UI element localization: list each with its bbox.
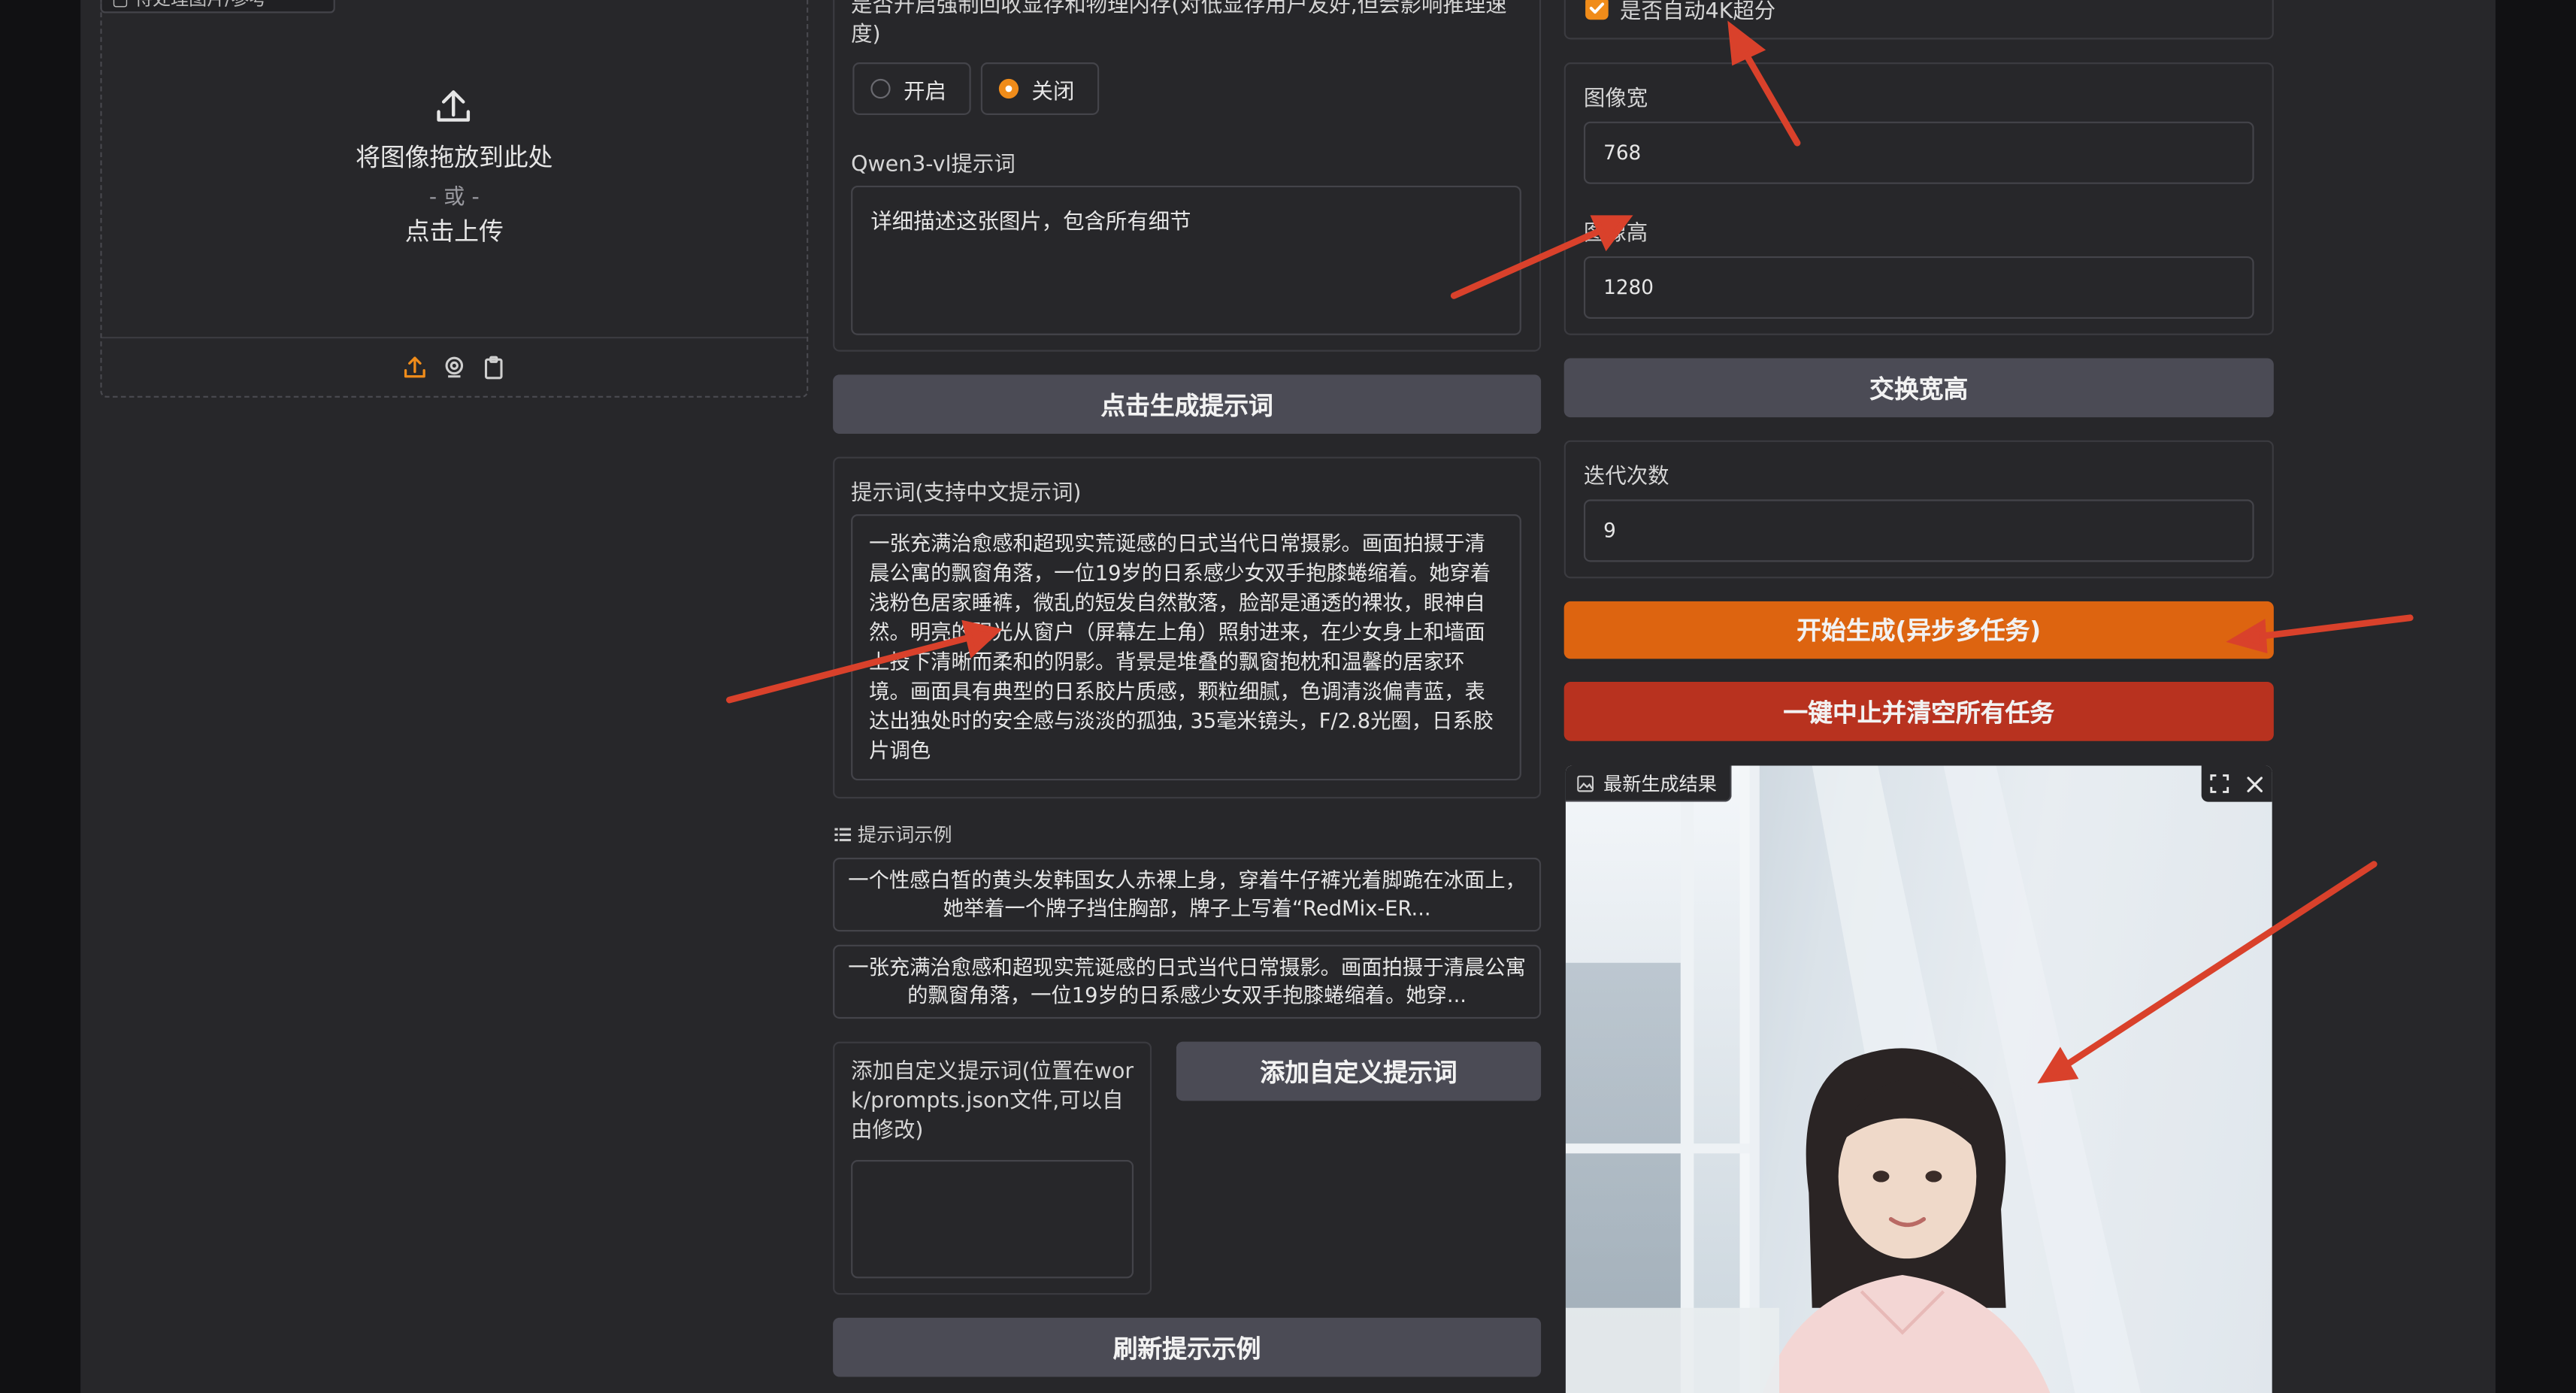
memory-option-off-label: 关闭: [1031, 80, 1075, 104]
custom-prompt-label: 添加自定义提示词(位置在work/prompts.json文件,可以自由修改): [851, 1059, 1134, 1144]
result-label: 最新生成结果: [1603, 771, 1717, 795]
prompt-examples-header: 提示词示例: [834, 822, 952, 848]
result-photo-illustration: [1565, 765, 2272, 1393]
upscale-label: 是否自动4K超分: [1620, 0, 1776, 25]
list-icon: [834, 826, 852, 843]
memory-option-on[interactable]: 开启: [852, 62, 971, 115]
prompt-examples-title: 提示词示例: [857, 822, 952, 846]
fullscreen-icon[interactable]: [2210, 774, 2229, 793]
swap-size-button[interactable]: 交换宽高: [1563, 358, 2274, 418]
memory-release-label: 是否开启强制回收显存和物理内存(对低显存用户友好,但会影响推理速度): [851, 0, 1507, 48]
refresh-examples-button[interactable]: 刷新提示示例: [833, 1317, 1542, 1377]
qwen-prompt-label: Qwen3-vl提示词: [851, 153, 1016, 178]
stop-clear-button[interactable]: 一键中止并清空所有任务: [1563, 682, 2274, 741]
steps-input[interactable]: 9: [1583, 499, 2254, 562]
width-input[interactable]: 768: [1583, 121, 2254, 184]
result-toolbar: [2201, 765, 2272, 802]
or-text: - 或 -: [428, 185, 480, 210]
height-input[interactable]: 1280: [1583, 256, 2254, 319]
height-label: 图像高: [1583, 222, 1648, 247]
custom-prompt-input[interactable]: [851, 1160, 1134, 1279]
generate-prompt-button[interactable]: 点击生成提示词: [833, 374, 1542, 434]
close-icon[interactable]: [2246, 775, 2264, 793]
clipboard-icon[interactable]: [481, 355, 506, 380]
result-label-tag: 最新生成结果: [1565, 765, 1732, 802]
prompt-example-item[interactable]: 一张充满治愈感和超现实荒诞感的日式当代日常摄影。画面拍摄于清晨公寓的飘窗角落，一…: [833, 944, 1542, 1019]
prompt-textarea[interactable]: 一张充满治愈感和超现实荒诞感的日式当代日常摄影。画面拍摄于清晨公寓的飘窗角落，一…: [851, 514, 1521, 781]
upscale-checkbox[interactable]: [1585, 0, 1609, 20]
image-icon: [1577, 774, 1594, 792]
qwen-prompt-input[interactable]: 详细描述这张图片，包含所有细节: [851, 185, 1521, 335]
image-upload-dropzone[interactable]: 将图像拖放到此处 - 或 - 点击上传: [100, 0, 809, 398]
add-custom-prompt-button[interactable]: 添加自定义提示词: [1176, 1041, 1542, 1101]
memory-option-on-label: 开启: [904, 80, 946, 104]
click-upload-text: 点击上传: [404, 217, 504, 247]
upload-toolbar: [101, 337, 807, 396]
radio-selected-icon: [998, 78, 1019, 99]
prompt-example-item[interactable]: 一个性感白皙的黄头发韩国女人赤裸上身，穿着牛仔裤光着脚跪在冰面上，她举着一个牌子…: [833, 857, 1542, 932]
webcam-icon[interactable]: [442, 355, 467, 380]
steps-label: 迭代次数: [1583, 465, 1669, 490]
result-image[interactable]: [1565, 765, 2272, 1393]
memory-option-off[interactable]: 关闭: [980, 62, 1100, 115]
start-generate-button[interactable]: 开始生成(异步多任务): [1563, 601, 2274, 659]
prompt-label: 提示词(支持中文提示词): [851, 481, 1082, 507]
upload-icon[interactable]: [402, 355, 427, 380]
width-label: 图像宽: [1583, 86, 1648, 112]
radio-unselected-icon: [870, 78, 891, 99]
upload-arrow-icon: [432, 86, 475, 129]
drop-text: 将图像拖放到此处: [356, 143, 553, 173]
